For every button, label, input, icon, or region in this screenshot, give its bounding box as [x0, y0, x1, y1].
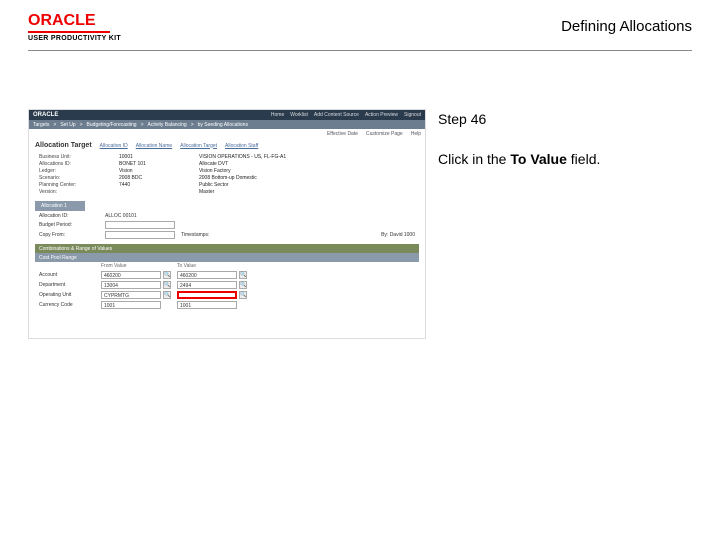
ss-col-to: To Value [177, 263, 237, 269]
table-row: Operating Unit CYPRMTG 🔍 🔍 [35, 290, 419, 300]
app-screenshot: ORACLE Home Worklist Add Content Source … [28, 109, 426, 339]
ss-topbar: ORACLE Home Worklist Add Content Source … [29, 110, 425, 120]
ss-breadcrumb: Targets> Set Up> Budgeting/Forecasting> … [29, 120, 425, 129]
ss-val: 2008 Bottom-up Domestic [199, 175, 415, 181]
ss-table: From Value To Value Account 460200 🔍 460… [35, 262, 419, 310]
ss-title-link[interactable]: Allocation Name [136, 143, 172, 149]
step-text-bold: To Value [510, 151, 567, 167]
brand-text: ORACLE [28, 12, 96, 30]
ss-custpage[interactable]: Customize Page [366, 131, 403, 137]
ss-val: 10001 [119, 154, 189, 160]
ss-bc[interactable]: Targets [33, 122, 49, 128]
ss-tab[interactable]: Allocation 1 [35, 201, 85, 211]
account-from-input[interactable]: 460200 [101, 271, 161, 279]
ss-lbl: Business Unit: [39, 154, 109, 160]
ss-title-link[interactable]: Allocation ID [100, 143, 128, 149]
dept-to-input[interactable]: 2494 [177, 281, 237, 289]
table-row: Department 13004 🔍 2494 🔍 [35, 280, 419, 290]
content-area: ORACLE Home Worklist Add Content Source … [0, 51, 720, 339]
ss-lbl: Planning Center: [39, 182, 109, 188]
ss-bc[interactable]: Activity Balancing [148, 122, 187, 128]
ss-fval: ALLOC 00101 [105, 213, 175, 219]
step-text-prefix: Click in the [438, 151, 510, 167]
ss-copy-input[interactable] [105, 231, 175, 239]
ss-status: Timestamps: [181, 232, 251, 238]
ss-lbl: Allocations ID: [39, 161, 109, 167]
ss-page-title: Allocation Target [35, 142, 92, 149]
ss-flbl: Budget Period: [39, 222, 99, 228]
instruction-panel: Step 46 Click in the To Value field. [438, 109, 692, 339]
ss-lbl: Scenario: [39, 175, 109, 181]
lookup-icon[interactable]: 🔍 [163, 271, 171, 279]
ss-nav-item[interactable]: Home [271, 112, 284, 118]
lookup-icon[interactable]: 🔍 [239, 271, 247, 279]
step-label: Step 46 [438, 111, 692, 127]
ss-section-costpool: Cost Pool Range [35, 253, 419, 262]
ss-lbl: Ledger: [39, 168, 109, 174]
lookup-icon[interactable]: 🔍 [239, 281, 247, 289]
ss-nav-item[interactable]: Action Preview [365, 112, 398, 118]
ss-lbl: Version: [39, 189, 109, 195]
step-text-suffix: field. [567, 151, 600, 167]
ss-nav: Home Worklist Add Content Source Action … [271, 112, 421, 118]
dept-from-input[interactable]: 13004 [101, 281, 161, 289]
ss-bc[interactable]: Budgeting/Forecasting [87, 122, 137, 128]
document-title: Defining Allocations [561, 18, 692, 35]
ss-meta: Effective Date Customize Page Help [29, 129, 425, 139]
currency-from-input[interactable]: 1001 [101, 301, 161, 309]
ss-details: Business Unit: 10001 VISION OPERATIONS - U… [29, 152, 425, 197]
ss-flbl: Copy From: [39, 232, 99, 238]
ss-flbl: Allocation ID: [39, 213, 99, 219]
ss-rlbl: Department [39, 282, 99, 288]
ss-effdate: Effective Date [327, 131, 358, 137]
ss-table-header: From Value To Value [35, 262, 419, 270]
ss-nav-item[interactable]: Add Content Source [314, 112, 359, 118]
ss-nav-item[interactable]: Signout [404, 112, 421, 118]
lookup-icon[interactable]: 🔍 [163, 281, 171, 289]
lookup-icon[interactable]: 🔍 [239, 291, 247, 299]
ss-title-link[interactable]: Allocation Target [180, 143, 217, 149]
page-header: ORACLE USER PRODUCTIVITY KIT Defining Al… [0, 0, 720, 46]
ss-bc[interactable]: Set Up [60, 122, 75, 128]
account-to-input[interactable]: 460200 [177, 271, 237, 279]
ss-col-from: From Value [101, 263, 161, 269]
ss-help[interactable]: Help [411, 131, 421, 137]
ss-val: Public Sector [199, 182, 415, 188]
ss-nav-item[interactable]: Worklist [290, 112, 308, 118]
ss-form: Allocation ID: ALLOC 00101 Budget Period… [29, 211, 425, 241]
ss-val: Allocate DVT [199, 161, 415, 167]
ss-val: Vision Factory [199, 168, 415, 174]
opunit-to-value-input[interactable] [177, 291, 237, 299]
lookup-icon[interactable]: 🔍 [163, 291, 171, 299]
ss-title-row: Allocation Target Allocation ID Allocati… [29, 139, 425, 152]
ss-val: 2008 BDC [119, 175, 189, 181]
step-text: Click in the To Value field. [438, 151, 692, 167]
ss-val: Vision [119, 168, 189, 174]
ss-by: By: David 1000 [257, 232, 415, 238]
ss-val: BONET 101 [119, 161, 189, 167]
brand-block: ORACLE USER PRODUCTIVITY KIT [28, 12, 121, 42]
table-row: Account 460200 🔍 460200 🔍 [35, 270, 419, 280]
ss-val: Master [199, 189, 415, 195]
opunit-from-input[interactable]: CYPRMTG [101, 291, 161, 299]
currency-to-input[interactable]: 1001 [177, 301, 237, 309]
ss-rlbl: Account [39, 272, 99, 278]
ss-logo: ORACLE [33, 112, 58, 118]
ss-rlbl: Currency Code [39, 302, 99, 308]
oracle-logo: ORACLE [28, 12, 121, 30]
ss-section-combinations: Combinations & Range of Values [35, 244, 419, 253]
ss-val [119, 189, 189, 195]
ss-val: VISION OPERATIONS - US, FL-FG-A1 [199, 154, 415, 160]
ss-title-link[interactable]: Allocation Staff [225, 143, 258, 149]
ss-budget-input[interactable] [105, 221, 175, 229]
ss-rlbl: Operating Unit [39, 292, 99, 298]
ss-val: 7440 [119, 182, 189, 188]
brand-underline [28, 31, 110, 33]
ss-bc[interactable]: by Seeding Allocations [198, 122, 248, 128]
table-row: Currency Code 1001 1001 [35, 300, 419, 310]
subbrand-text: USER PRODUCTIVITY KIT [28, 35, 121, 42]
